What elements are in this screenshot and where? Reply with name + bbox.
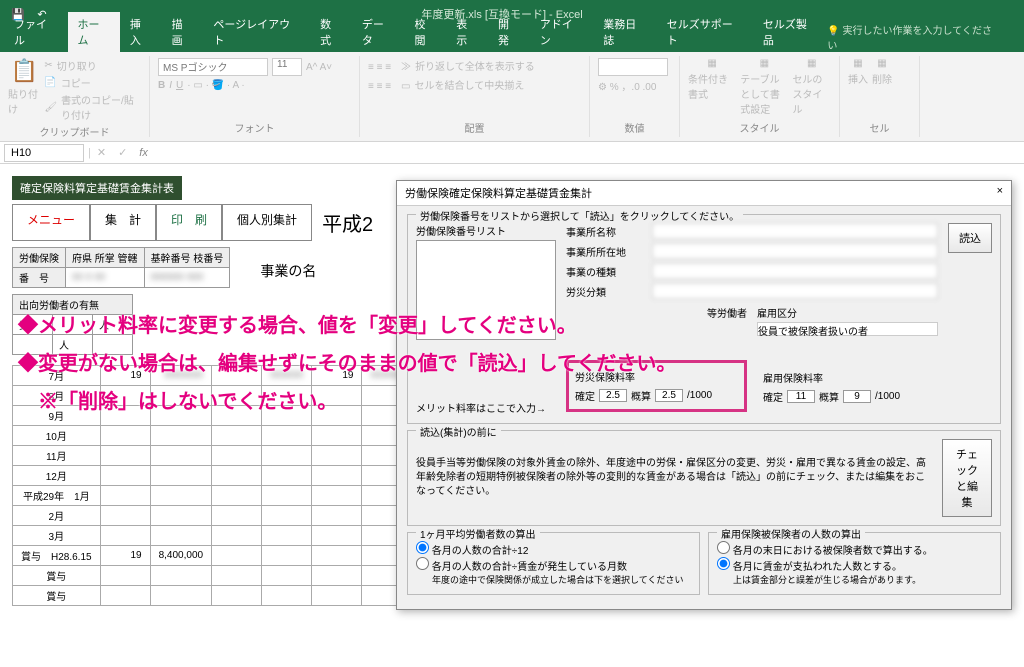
tab-draw[interactable]: 描画 <box>162 12 204 52</box>
ribbon-tabs: ファイル ホーム 挿入 描画 ページレイアウト 数式 データ 校閲 表示 開発 … <box>0 28 1024 52</box>
cut-icon[interactable]: ✂ <box>44 60 52 71</box>
labor-ins-number-table: 労働保険府県 所掌 管轄基幹番号 枝番号 番 号00 0 00000000 00… <box>12 247 230 288</box>
rousai-kakutei-input[interactable] <box>599 389 627 402</box>
dialog: 労働保険確定保険料算定基礎賃金集計 × 労働保険番号をリストから選択して「読込」… <box>396 180 1012 610</box>
ins-number-list[interactable] <box>416 240 556 340</box>
sheet-title-bar: 確定保険料算定基礎賃金集計表 <box>12 176 182 200</box>
paste-button[interactable]: 貼り付け <box>8 86 40 116</box>
tab-insert[interactable]: 挿入 <box>120 12 162 52</box>
avg-opt1-radio[interactable] <box>416 541 429 554</box>
check-edit-button[interactable]: チェックと編集 <box>942 439 992 517</box>
close-icon[interactable]: × <box>997 185 1003 201</box>
format-painter-icon[interactable]: 🖌 <box>44 102 57 113</box>
rousai-rate-box: 労災保険料率 確定 概算 /1000 <box>566 360 747 412</box>
ribbon: 📋 貼り付け ✂切り取り 📄コピー 🖌書式のコピー/貼り付け クリップボード M… <box>0 52 1024 142</box>
dispatch-table: 出向労働者の有無 受人 人 <box>12 294 133 355</box>
sum-button[interactable]: 集 計 <box>90 204 156 241</box>
name-box[interactable]: H10 <box>4 144 84 162</box>
tab-addin[interactable]: アドイン <box>530 12 594 52</box>
avg-opt2-radio[interactable] <box>416 557 429 570</box>
load-button[interactable]: 読込 <box>948 223 992 253</box>
rousai-gaisan-input[interactable] <box>655 389 683 402</box>
koyo-gaisan-input[interactable] <box>843 390 871 403</box>
merit-note: メリット料率はここで入力→ <box>416 400 556 415</box>
tab-cells-product[interactable]: セルズ製品 <box>753 12 827 52</box>
business-name-label: 事業の名 <box>260 241 316 355</box>
enter-icon[interactable]: ✓ <box>112 146 133 159</box>
fx-icon[interactable]: fx <box>133 147 154 159</box>
tab-cells-support[interactable]: セルズサポート <box>657 12 753 52</box>
tab-file[interactable]: ファイル <box>4 12 68 52</box>
month-table: 7月190000000000000190000000 8月 9月 10月 11月… <box>12 365 418 606</box>
tab-layout[interactable]: ページレイアウト <box>203 12 310 52</box>
tab-data[interactable]: データ <box>352 12 405 52</box>
tab-review[interactable]: 校閲 <box>405 12 447 52</box>
dialog-title: 労働保険確定保険料算定基礎賃金集計 <box>405 185 592 201</box>
individual-button[interactable]: 個人別集計 <box>222 204 312 241</box>
copy-icon[interactable]: 📄 <box>44 77 56 88</box>
cancel-icon[interactable]: ✕ <box>91 146 112 159</box>
tab-view[interactable]: 表示 <box>446 12 488 52</box>
font-size-combo[interactable]: 11 <box>272 58 302 76</box>
print-button[interactable]: 印 刷 <box>156 204 222 241</box>
formula-bar: H10 | ✕ ✓ fx <box>0 142 1024 164</box>
koyo-opt2-radio[interactable] <box>717 557 730 570</box>
koyo-kakutei-input[interactable] <box>787 390 815 403</box>
tab-home[interactable]: ホーム <box>68 12 120 52</box>
menu-button[interactable]: メニュー <box>12 204 90 241</box>
page-title: 平成2 <box>312 204 383 241</box>
tab-biz[interactable]: 業務日誌 <box>593 12 657 52</box>
font-name-combo[interactable]: MS Pゴシック <box>158 58 268 76</box>
tell-me[interactable]: 💡 実行したい作業を入力してください <box>827 22 1020 52</box>
tab-dev[interactable]: 開発 <box>488 12 530 52</box>
tab-formula[interactable]: 数式 <box>310 12 352 52</box>
koyo-opt1-radio[interactable] <box>717 541 730 554</box>
